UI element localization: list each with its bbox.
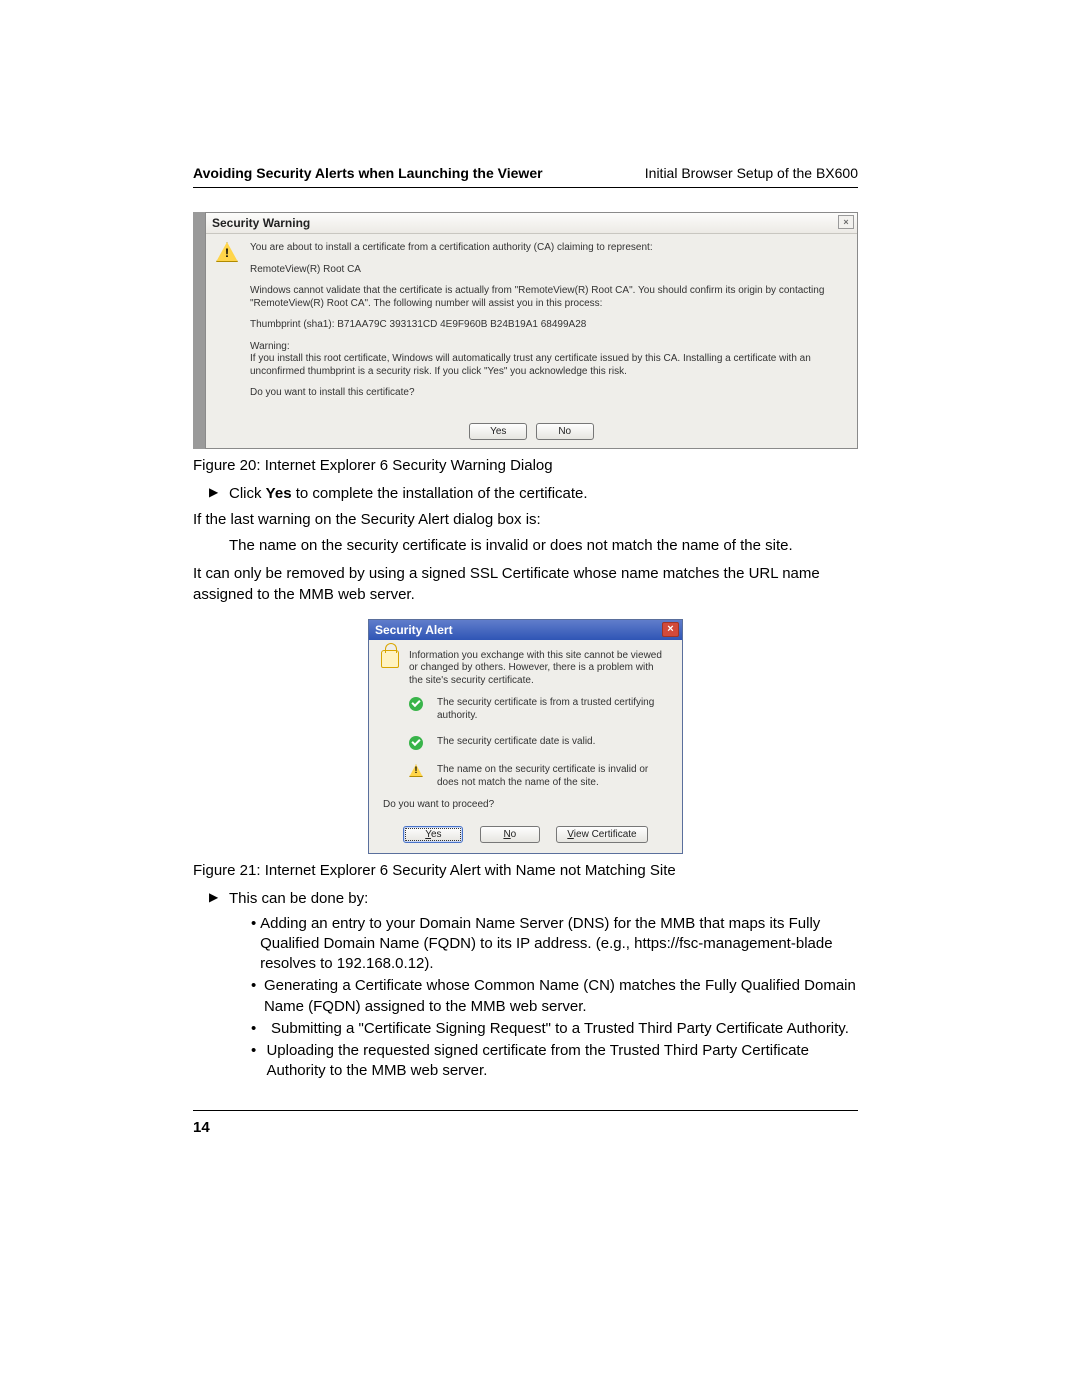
dialog-icon-column <box>216 242 250 409</box>
icon-cell <box>381 650 409 688</box>
view-certificate-button[interactable]: View Certificate <box>556 826 647 843</box>
dialog-row: The security certificate is from a trust… <box>381 697 670 722</box>
page-number: 14 <box>193 1119 858 1136</box>
header-rule <box>193 187 858 188</box>
bullet-icon: • <box>251 914 260 975</box>
security-alert-dialog: Security Alert × Information you exchang… <box>368 619 683 855</box>
check-icon <box>409 736 423 750</box>
dialog-text: Do you want to install this certificate? <box>250 387 847 400</box>
figure-20-container: Security Warning × You are about to inst… <box>193 212 858 449</box>
dialog-text: Information you exchange with this site … <box>409 650 670 688</box>
dialog-text: RemoteView(R) Root CA <box>250 264 847 277</box>
dialog-title: Security Alert <box>375 623 453 637</box>
icon-cell <box>409 736 437 750</box>
footer-rule <box>193 1110 858 1111</box>
dialog-titlebar: Security Alert × <box>369 620 682 640</box>
paragraph: If the last warning on the Security Aler… <box>193 510 858 530</box>
yes-button[interactable]: Yes <box>403 826 463 843</box>
list-item: •Uploading the requested signed certific… <box>251 1041 858 1082</box>
arrow-icon: ▶ <box>209 889 229 909</box>
dialog-titlebar: Security Warning × <box>206 213 857 234</box>
bullet-icon: • <box>251 1019 271 1039</box>
warning-icon <box>216 242 238 262</box>
warning-icon <box>409 764 423 777</box>
figure-gutter <box>193 212 205 449</box>
check-icon <box>409 697 423 711</box>
instruction-item: ▶ Click Yes to complete the installation… <box>209 484 858 504</box>
close-icon[interactable]: × <box>838 215 854 229</box>
quoted-paragraph: The name on the security certificate is … <box>229 536 858 556</box>
icon-cell <box>409 764 437 789</box>
bullet-icon: • <box>251 976 264 1017</box>
dialog-button-row: Yes No <box>206 419 857 448</box>
body-text: ▶ Click Yes to complete the installation… <box>193 484 858 605</box>
close-icon[interactable]: × <box>662 622 679 637</box>
icon-cell <box>409 697 437 722</box>
lock-icon <box>381 650 399 668</box>
dialog-text: The security certificate date is valid. <box>437 736 670 750</box>
dialog-text: Do you want to proceed? <box>383 799 670 810</box>
dialog-body: You are about to install a certificate f… <box>206 234 857 419</box>
list-item: •Adding an entry to your Domain Name Ser… <box>251 914 858 975</box>
bullet-icon: • <box>251 1041 266 1082</box>
dialog-text: The security certificate is from a trust… <box>437 697 670 722</box>
dialog-text: You are about to install a certificate f… <box>250 242 847 255</box>
dialog-text: The name on the security certificate is … <box>437 764 670 789</box>
header-left: Avoiding Security Alerts when Launching … <box>193 165 543 181</box>
icon-cell <box>381 736 409 750</box>
dialog-text-column: You are about to install a certificate f… <box>250 242 847 409</box>
icon-cell <box>381 697 409 722</box>
instruction-item: ▶ This can be done by: <box>209 889 858 909</box>
dialog-button-row: Yes No View Certificate <box>369 824 682 853</box>
dialog-body: Information you exchange with this site … <box>369 640 682 825</box>
dialog-row: Information you exchange with this site … <box>381 650 670 688</box>
figure-20-caption: Figure 20: Internet Explorer 6 Security … <box>193 457 858 474</box>
security-warning-dialog: Security Warning × You are about to inst… <box>205 212 858 449</box>
list-item: •Submitting a "Certificate Signing Reque… <box>251 1019 858 1039</box>
dialog-row: The name on the security certificate is … <box>381 764 670 789</box>
list-item: •Generating a Certificate whose Common N… <box>251 976 858 1017</box>
icon-cell <box>381 764 409 789</box>
paragraph: It can only be removed by using a signed… <box>193 564 858 605</box>
dialog-title: Security Warning <box>212 216 310 230</box>
no-button[interactable]: No <box>536 423 594 440</box>
dialog-text: Thumbprint (sha1): B71AA79C 393131CD 4E9… <box>250 319 847 332</box>
page-header: Avoiding Security Alerts when Launching … <box>193 165 858 187</box>
header-right: Initial Browser Setup of the BX600 <box>645 165 858 181</box>
dialog-row: The security certificate date is valid. <box>381 736 670 750</box>
dialog-text: Windows cannot validate that the certifi… <box>250 285 847 310</box>
document-page: Avoiding Security Alerts when Launching … <box>193 165 858 1136</box>
body-text: ▶ This can be done by: •Adding an entry … <box>193 889 858 1081</box>
no-button[interactable]: No <box>480 826 540 843</box>
arrow-icon: ▶ <box>209 484 229 504</box>
dialog-text: Warning: If you install this root certif… <box>250 341 847 379</box>
bullet-list: •Adding an entry to your Domain Name Ser… <box>251 914 858 1082</box>
yes-button[interactable]: Yes <box>469 423 527 440</box>
figure-21-caption: Figure 21: Internet Explorer 6 Security … <box>193 862 858 879</box>
